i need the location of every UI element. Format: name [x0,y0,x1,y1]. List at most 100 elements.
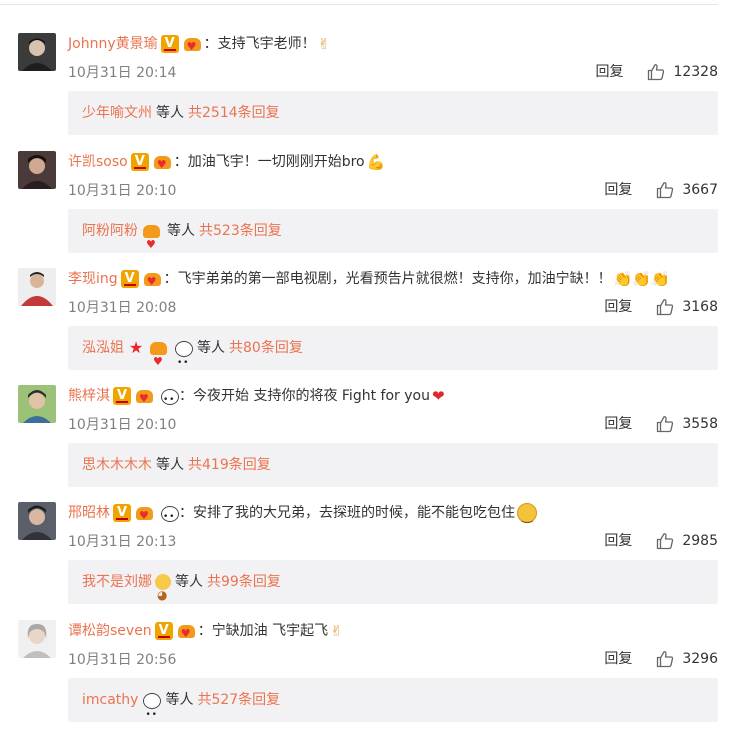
reply-button[interactable]: 回复 [604,530,632,552]
deng-ren-label: 等人 [156,105,184,121]
reply-button[interactable]: 回复 [604,413,632,435]
sub-replies-box[interactable]: 思木木木木 等人 共419条回复 [68,443,718,487]
panda-badge-icon[interactable] [159,504,179,528]
comment-actions: 回复 3168 [604,296,718,318]
comment-line: 李现ing ：飞宇弟弟的第一部电视剧，光看预告片就很燃！支持你，加油宁缺！！👏👏👏 [68,268,670,293]
sub-reply-user[interactable]: imcathy [82,692,138,708]
like-button[interactable]: 3667 [656,179,718,201]
comment-text: 今夜开始 支持你的将夜 Fight for you [193,388,430,404]
vip-badge-icon[interactable] [142,270,164,293]
reply-button[interactable]: 回复 [604,648,632,670]
thumbs-up-icon [657,299,674,316]
like-button[interactable]: 3558 [656,413,718,435]
heart-icon: ❤ [431,387,445,405]
like-button[interactable]: 3296 [656,648,718,670]
thumbs-up-icon [657,416,674,433]
sub-reply-user[interactable]: 思木木木木 [82,457,152,473]
sub-reply-user[interactable]: 少年喻文州 [82,105,152,121]
sub-reply-user[interactable]: 阿粉阿粉 [82,223,138,239]
total-replies-link[interactable]: 共527条回复 [197,692,280,708]
hand-icon: ✌ [317,35,331,53]
sub-replies-box[interactable]: 泓泓姐★ 等人共80条回复 [68,326,718,385]
total-replies-link[interactable]: 共80条回复 [229,340,303,356]
verified-badge-icon[interactable] [120,270,139,288]
like-button[interactable]: 12328 [647,61,718,83]
username-link[interactable]: 谭松韵seven [68,623,152,639]
sub-replies-box[interactable]: 我不是刘娜 等人共99条回复 [68,560,718,617]
comment-line: 熊梓淇 ：今夜开始 支持你的将夜 Fight for you❤ [68,385,445,411]
verified-badge-icon[interactable] [113,504,131,522]
comment-text: 安排了我的大兄弟，去探班的时候，能不能包吃包住 [193,505,515,521]
avatar[interactable] [18,268,56,306]
deng-ren-label: 等人 [175,574,203,590]
vip-badge-icon[interactable] [182,35,204,58]
sub-reply-user[interactable]: 我不是刘娜 [82,574,152,590]
username-link[interactable]: 李现ing [68,271,118,287]
muscle-icon: 💪 [366,153,386,171]
verified-badge-icon[interactable] [113,387,131,405]
username-link[interactable]: 许凯soso [68,154,128,170]
timestamp: 10月31日 20:13 [68,534,177,550]
username-link[interactable]: 邢昭林 [68,505,110,521]
total-replies-link[interactable]: 共99条回复 [207,574,281,590]
avatar[interactable] [18,502,56,540]
username-link[interactable]: 熊梓淇 [68,388,110,404]
avatar[interactable] [18,151,56,189]
comment-actions: 回复 3667 [604,179,718,201]
avatar[interactable] [18,385,56,423]
deng-ren-label: 等人 [165,692,194,708]
vip-badge-icon[interactable] [152,153,174,176]
clap-icon: 👏👏👏 [613,270,670,288]
colon: ： [163,271,178,287]
comment-text: 飞宇弟弟的第一部电视剧，光看预告片就很燃！支持你，加油宁缺！！ [177,271,612,287]
verified-badge-icon[interactable] [160,35,179,53]
sub-reply-user[interactable]: 泓泓姐 [82,340,124,356]
deng-ren-label: 等人 [167,223,195,239]
total-replies-link[interactable]: 共419条回复 [188,457,271,473]
like-count: 3168 [682,299,718,315]
vip-badge-icon[interactable] [134,504,156,527]
top-divider [0,4,718,5]
thumbs-up-icon [648,64,665,81]
timestamp: 10月31日 20:10 [68,183,177,199]
vip-badge-icon[interactable] [134,387,156,410]
verified-badge-icon[interactable] [130,153,149,171]
like-count: 2985 [682,533,718,549]
like-count: 3558 [682,416,718,432]
colon: ： [203,36,218,52]
comment-line: 邢昭林 ：安排了我的大兄弟，去探班的时候，能不能包吃包住. [68,502,537,528]
like-button[interactable]: 3168 [656,296,718,318]
avatar[interactable] [18,620,56,658]
vip-badge-icon [141,222,163,267]
thumbs-up-icon [657,182,674,199]
colon: ： [179,505,193,521]
like-button[interactable]: 2985 [656,530,718,552]
username-link[interactable]: Johnny黄景瑜 [68,36,158,52]
total-replies-link[interactable]: 共2514条回复 [188,105,280,121]
comment-line: Johnny黄景瑜 ：支持飞宇老师！✌ [68,33,331,58]
avatar[interactable] [18,33,56,71]
sub-replies-box[interactable]: 阿粉阿粉 等人共523条回复 [68,209,718,267]
total-replies-link[interactable]: 共523条回复 [199,223,282,239]
deng-ren-label: 等人 [197,340,225,356]
comment-text: 支持飞宇老师！ [217,36,316,52]
pet-badge-icon [155,573,171,617]
like-count: 12328 [673,64,718,80]
reply-button[interactable]: 回复 [604,296,632,318]
sub-replies-box[interactable]: imcathy 等人共527条回复 [68,678,718,737]
smile-icon: . [517,503,537,528]
thumbs-up-icon [657,533,674,550]
timestamp: 10月31日 20:08 [68,300,177,316]
comment-actions: 回复 3296 [604,648,718,670]
sub-replies-box[interactable]: 少年喻文州 等人 共2514条回复 [68,91,718,135]
comment-actions: 回复 2985 [604,530,718,552]
timestamp: 10月31日 20:56 [68,652,177,668]
vip-badge-icon[interactable] [176,622,198,645]
panda-badge-icon[interactable] [159,387,179,411]
star-badge-icon: ★ [128,338,144,357]
timestamp: 10月31日 20:10 [68,417,177,433]
reply-button[interactable]: 回复 [595,61,623,83]
panda-badge-icon [173,339,193,385]
verified-badge-icon[interactable] [154,622,173,640]
reply-button[interactable]: 回复 [604,179,632,201]
